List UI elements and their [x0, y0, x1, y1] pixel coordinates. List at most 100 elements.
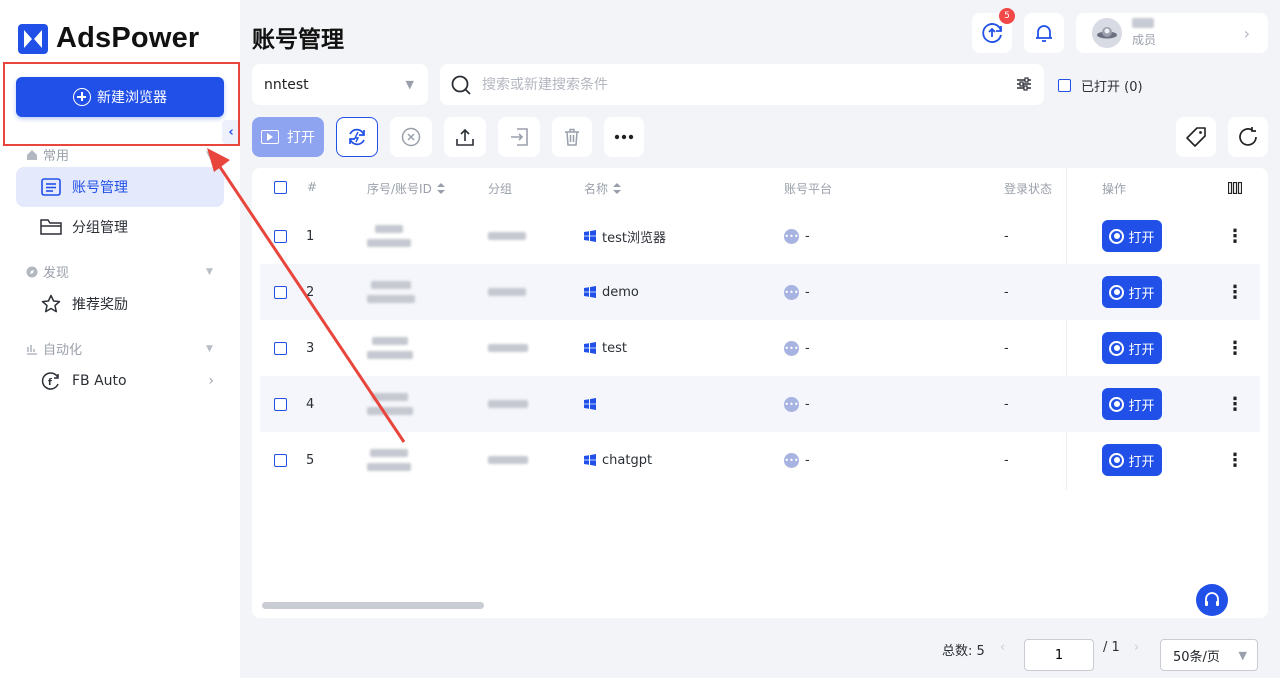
row-more-button[interactable]: ⋮ — [1226, 264, 1244, 320]
sidebar: AdsPower 新建浏览器 ‹ 常用 ▼ 账号管理 分组管理 发现 ▼ 推荐奖… — [0, 0, 240, 678]
chevron-down-icon: ▼ — [206, 266, 213, 277]
move-group-button[interactable] — [498, 117, 540, 157]
sidebar-item-account-management[interactable]: 账号管理 — [16, 167, 224, 207]
section-automation[interactable]: 自动化 ▼ — [26, 339, 213, 358]
row-index: 5 — [306, 452, 315, 468]
adspower-logo-icon — [18, 23, 48, 54]
row-open-button[interactable]: 打开 — [1102, 444, 1162, 476]
row-name[interactable] — [584, 376, 602, 432]
row-platform-text: - — [805, 396, 810, 412]
section-common[interactable]: 常用 ▼ — [26, 145, 213, 164]
svg-text:f: f — [48, 378, 52, 388]
row-name[interactable]: demo — [584, 264, 639, 320]
ufo-avatar-icon — [1097, 27, 1117, 39]
tag-icon — [1186, 127, 1206, 147]
sync-button[interactable] — [336, 117, 378, 157]
row-platform-text: - — [805, 284, 810, 300]
compass-icon — [26, 266, 38, 277]
row-open-button[interactable]: 打开 — [1102, 388, 1162, 420]
row-platform-text: - — [805, 452, 810, 468]
row-checkbox[interactable] — [274, 376, 287, 432]
sidebar-item-referral-rewards[interactable]: 推荐奖励 — [16, 284, 224, 324]
close-browser-button[interactable] — [390, 117, 432, 157]
app-logo[interactable]: AdsPower — [18, 22, 199, 55]
section-label: 常用 — [43, 149, 70, 164]
group-select-value: nntest — [264, 76, 309, 93]
row-more-button[interactable]: ⋮ — [1226, 432, 1244, 488]
next-page-button[interactable]: › — [1134, 640, 1139, 655]
page-size-select[interactable]: 50条/页 ▼ — [1160, 639, 1258, 671]
open-browser-button[interactable]: 打开 — [252, 117, 324, 157]
upload-button[interactable] — [444, 117, 486, 157]
row-more-button[interactable]: ⋮ — [1226, 208, 1244, 264]
sync-upload-icon — [982, 23, 1002, 43]
automation-icon — [27, 344, 37, 355]
total-count: 总数: 5 — [942, 644, 985, 659]
row-more-button[interactable]: ⋮ — [1226, 320, 1244, 376]
sidebar-item-label: 分组管理 — [72, 220, 128, 236]
table-row[interactable]: 1 test浏览器 ••• - - 打开 ⋮ — [260, 208, 1260, 264]
tag-button[interactable] — [1176, 117, 1216, 157]
home-icon — [27, 149, 37, 160]
row-name[interactable]: test — [584, 320, 627, 376]
horizontal-scrollbar[interactable] — [262, 602, 484, 609]
prev-page-button[interactable]: ‹ — [1000, 640, 1005, 655]
checkbox[interactable] — [1058, 79, 1071, 92]
folder-icon — [40, 216, 62, 238]
select-all-checkbox[interactable] — [274, 181, 287, 194]
windows-icon — [584, 398, 596, 410]
column-header-serial-id[interactable]: 序号/账号ID — [367, 180, 445, 197]
row-open-button[interactable]: 打开 — [1102, 332, 1162, 364]
column-header-actions: 操作 — [1102, 182, 1127, 196]
row-name[interactable]: test浏览器 — [584, 208, 666, 264]
chevron-down-icon: ▼ — [206, 149, 213, 160]
update-button[interactable]: 5 — [972, 8, 1015, 53]
row-checkbox[interactable] — [274, 320, 287, 376]
search-box — [440, 64, 1044, 105]
delete-button[interactable] — [552, 117, 592, 157]
new-browser-button[interactable]: 新建浏览器 — [16, 77, 224, 117]
notifications-button[interactable] — [1024, 13, 1064, 53]
search-icon — [451, 75, 471, 95]
row-checkbox[interactable] — [274, 432, 287, 488]
star-icon — [40, 293, 62, 315]
table-row[interactable]: 4 ••• - - 打开 ⋮ — [260, 376, 1260, 432]
user-name-redacted — [1132, 18, 1154, 28]
row-open-button[interactable]: 打开 — [1102, 220, 1162, 252]
table-row[interactable]: 3 test ••• - - 打开 ⋮ — [260, 320, 1260, 376]
column-header-index: # — [307, 180, 318, 194]
row-group-redacted — [488, 320, 528, 376]
row-more-button[interactable]: ⋮ — [1226, 376, 1244, 432]
user-info: 成员 — [1132, 18, 1156, 48]
search-input[interactable] — [482, 76, 982, 93]
row-checkbox[interactable] — [274, 264, 287, 320]
row-platform: ••• - — [784, 376, 810, 432]
column-header-name[interactable]: 名称 — [584, 180, 622, 197]
column-settings-icon[interactable] — [1228, 182, 1242, 194]
collapse-sidebar-button[interactable]: ‹ — [222, 120, 240, 144]
section-discover[interactable]: 发现 ▼ — [26, 262, 213, 281]
support-chat-button[interactable] — [1196, 584, 1228, 616]
row-name[interactable]: chatgpt — [584, 432, 652, 488]
sidebar-item-fb-auto[interactable]: f FB Auto › — [16, 361, 224, 401]
more-actions-button[interactable] — [604, 117, 644, 157]
filter-sliders-icon[interactable] — [1016, 76, 1032, 92]
page-number-input[interactable] — [1024, 639, 1094, 671]
group-select[interactable]: nntest ▼ — [252, 64, 428, 105]
avatar — [1092, 18, 1122, 48]
user-menu[interactable]: 成员 › — [1076, 13, 1268, 53]
table-row[interactable]: 2 demo ••• - - 打开 ⋮ — [260, 264, 1260, 320]
sidebar-item-group-management[interactable]: 分组管理 — [16, 207, 224, 247]
row-login-status: - — [1004, 284, 1009, 300]
platform-icon: ••• — [784, 452, 799, 468]
sync-icon — [349, 128, 365, 146]
row-open-button[interactable]: 打开 — [1102, 276, 1162, 308]
refresh-button[interactable] — [1228, 117, 1268, 157]
upload-icon — [456, 128, 474, 146]
table-row[interactable]: 5 chatgpt ••• - - 打开 ⋮ — [260, 432, 1260, 488]
opened-filter-checkbox[interactable]: 已打开 (0) — [1058, 76, 1143, 95]
column-header-label: 名称 — [584, 182, 609, 196]
row-checkbox[interactable] — [274, 208, 287, 264]
chevron-down-icon: ▼ — [405, 78, 414, 91]
user-role: 成员 — [1132, 33, 1157, 47]
